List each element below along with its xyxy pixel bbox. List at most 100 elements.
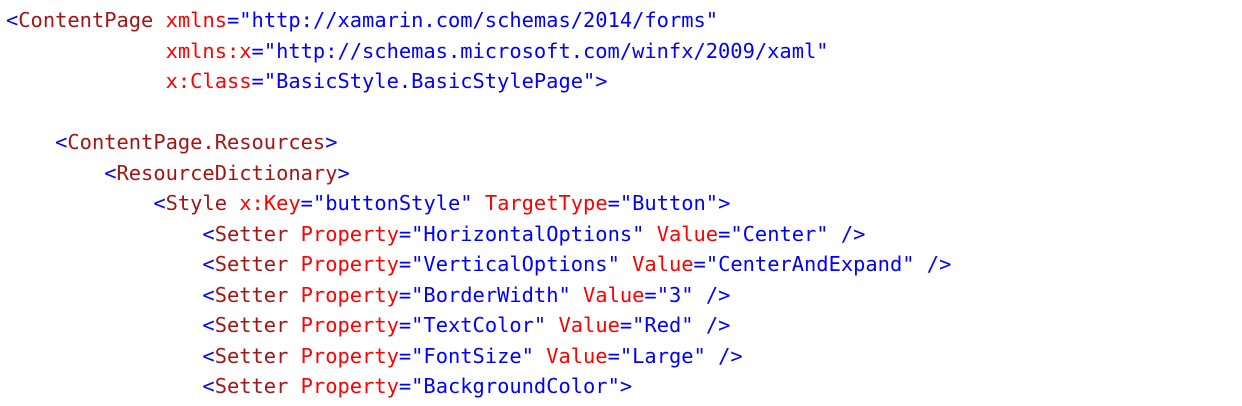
xml-delimiter: =	[644, 282, 657, 307]
xml-delimiter: />	[705, 313, 731, 337]
xml-element-name: Setter	[214, 221, 289, 246]
xml-delimiter: <	[202, 343, 215, 368]
xml-delimiter: =	[398, 313, 412, 337]
xml-attribute-name: TargetType	[484, 191, 608, 215]
xml-delimiter: =	[398, 374, 412, 398]
xml-element-name: Setter	[214, 313, 289, 337]
xml-delimiter: >	[595, 69, 608, 93]
xml-delimiter: <	[202, 374, 215, 398]
xml-delimiter: =	[251, 69, 264, 93]
code-line: x:Class="BasicStyle.BasicStylePage">	[0, 66, 1242, 97]
xml-attribute-value: "3"	[656, 282, 694, 307]
xml-attribute-name: Property	[300, 252, 399, 276]
xml-attribute-value: "BasicStyle.BasicStylePage"	[263, 69, 596, 93]
xml-element-name: Setter	[214, 374, 289, 398]
xml-delimiter: <	[202, 282, 215, 307]
code-view: <ContentPage xmlns="http://xamarin.com/s…	[0, 0, 1242, 406]
code-line: <Setter Property="BackgroundColor">	[0, 371, 1242, 402]
xml-delimiter: <	[202, 252, 215, 276]
xml-attribute-name: Property	[300, 343, 399, 368]
xml-attribute-name: Value	[546, 343, 608, 368]
xml-delimiter: =	[398, 282, 412, 307]
xml-attribute-value: "VerticalOptions"	[411, 252, 620, 276]
xml-delimiter: =	[251, 38, 264, 63]
xml-delimiter: <	[6, 8, 19, 32]
xml-attribute-value: "FontSize"	[411, 343, 534, 368]
xml-element-name: Setter	[214, 252, 289, 276]
xml-attribute-value: "BorderWidth"	[411, 282, 571, 307]
xml-delimiter: =	[693, 252, 706, 276]
code-line: <Setter Property="FontSize" Value="Large…	[0, 341, 1242, 372]
xml-delimiter: =	[718, 221, 731, 246]
xml-attribute-value: "CenterAndExpand"	[705, 252, 915, 276]
xml-attribute-value: "BackgroundColor"	[411, 374, 620, 398]
code-line: <Style x:Key="buttonStyle" TargetType="B…	[0, 188, 1242, 219]
xml-attribute-value: "Large"	[619, 343, 706, 368]
xml-attribute-value: "Red"	[632, 313, 694, 337]
xml-attribute-name: Property	[300, 313, 399, 337]
xml-attribute-value: "http://schemas.microsoft.com/winfx/2009…	[263, 38, 829, 63]
xml-attribute-name: Value	[558, 313, 620, 337]
xml-element-name: Setter	[214, 282, 289, 307]
xml-element-name: Style	[165, 191, 227, 215]
xml-attribute-name: xmlns	[165, 8, 227, 32]
xml-attribute-name: Property	[300, 374, 399, 398]
xml-delimiter: <	[202, 221, 215, 246]
code-line: <ContentPage.Resources>	[0, 127, 1242, 158]
xml-delimiter: =	[607, 343, 620, 368]
xml-attribute-name: xmlns:x	[165, 38, 252, 63]
xml-attribute-name: Property	[300, 282, 399, 307]
code-line: <Setter Property="HorizontalOptions" Val…	[0, 219, 1242, 250]
xml-delimiter: <	[55, 130, 68, 154]
code-line: xmlns:x="http://schemas.microsoft.com/wi…	[0, 36, 1242, 67]
xml-delimiter: <	[153, 191, 166, 215]
xml-attribute-name: x:Key	[239, 191, 301, 215]
xml-attribute-name: Value	[656, 221, 719, 246]
xml-attribute-value: "Button"	[619, 191, 719, 215]
code-line: <Setter Property="VerticalOptions" Value…	[0, 249, 1242, 280]
xml-element-name: ContentPage	[18, 8, 154, 32]
xml-attribute-name: x:Class	[165, 69, 252, 93]
xml-delimiter: />	[705, 282, 731, 307]
xml-delimiter: <	[104, 160, 117, 185]
xml-delimiter: />	[718, 343, 743, 368]
xml-attribute-value: "Center"	[730, 221, 829, 246]
xml-delimiter: =	[607, 191, 620, 215]
xml-element-name: Setter	[214, 343, 289, 368]
xml-delimiter: <	[202, 313, 215, 337]
xml-element-name: ResourceDictionary	[116, 160, 338, 185]
code-line: <Setter Property="TextColor" Value="Red"…	[0, 310, 1242, 341]
xml-attribute-name: Value	[583, 282, 645, 307]
xml-delimiter: >	[325, 130, 338, 154]
xml-attribute-value: "HorizontalOptions"	[411, 221, 645, 246]
xml-delimiter: =	[398, 252, 412, 276]
